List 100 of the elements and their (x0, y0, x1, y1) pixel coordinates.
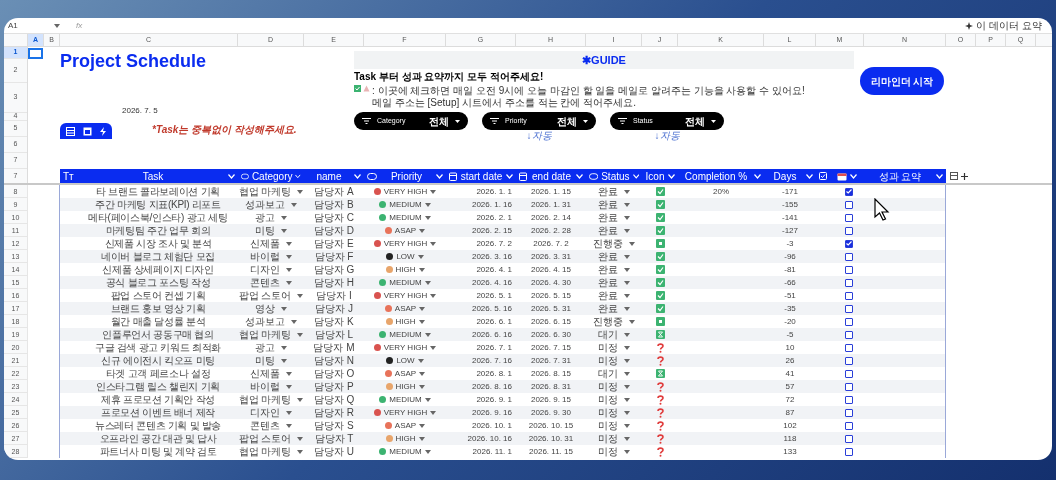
dropdown-caret-icon[interactable] (286, 280, 292, 285)
dropdown-caret-icon[interactable] (297, 189, 304, 194)
dropdown-caret-icon[interactable] (624, 384, 630, 389)
column-title[interactable]: Icon (645, 168, 665, 184)
dropdown-caret-icon[interactable] (629, 319, 635, 324)
checkbox[interactable] (845, 265, 853, 274)
dropdown-caret-icon[interactable] (291, 319, 297, 324)
dropdown-caret-icon[interactable] (281, 215, 287, 220)
dropdown-caret-icon[interactable] (624, 189, 630, 194)
column-title[interactable]: Category (251, 168, 293, 184)
column-title[interactable]: Task (81, 168, 225, 184)
checkbox[interactable] (845, 252, 853, 261)
dropdown-caret-icon[interactable] (281, 345, 287, 350)
checkbox[interactable] (845, 447, 853, 456)
checkbox[interactable] (845, 213, 853, 222)
checkbox[interactable] (845, 304, 853, 313)
dropdown-caret-icon[interactable] (286, 410, 292, 415)
dropdown-caret-icon[interactable] (418, 319, 425, 324)
reminder-button[interactable]: 리마인더 시작 (860, 67, 944, 95)
cell-reference[interactable]: A1 (8, 19, 48, 32)
dropdown-caret-icon[interactable] (281, 228, 287, 233)
checkbox[interactable] (845, 421, 853, 430)
dropdown-caret-icon[interactable] (424, 397, 431, 402)
dropdown-caret-icon[interactable] (430, 293, 437, 298)
dropdown-caret-icon[interactable] (418, 436, 425, 441)
dropdown-caret-icon[interactable] (624, 345, 630, 350)
table-icon[interactable] (83, 126, 92, 136)
dropdown-caret-icon[interactable] (286, 384, 292, 389)
checkbox[interactable] (845, 408, 853, 417)
dropdown-caret-icon[interactable] (286, 254, 292, 259)
dropdown-caret-icon[interactable] (624, 358, 630, 363)
dropdown-caret-icon[interactable] (624, 332, 630, 337)
dropdown-caret-icon[interactable] (430, 410, 437, 415)
dropdown-caret-icon[interactable] (624, 306, 630, 311)
checkbox[interactable] (845, 317, 853, 326)
dropdown-caret-icon[interactable] (624, 228, 630, 233)
checkbox[interactable] (845, 369, 853, 378)
dropdown-caret-icon[interactable] (430, 189, 437, 194)
checkbox[interactable] (845, 200, 853, 209)
dropdown-caret-icon[interactable] (624, 410, 630, 415)
dropdown-caret-icon[interactable] (297, 449, 304, 454)
checkbox[interactable] (845, 187, 853, 196)
column-title[interactable]: Tт (63, 168, 74, 184)
dropdown-caret-icon[interactable] (418, 267, 425, 272)
dropdown-caret-icon[interactable] (297, 436, 304, 441)
dropdown-caret-icon[interactable] (417, 254, 424, 259)
selected-cell[interactable] (28, 48, 43, 59)
checkbox[interactable] (845, 239, 853, 248)
dropdown-caret-icon[interactable] (417, 358, 424, 363)
summarize-button[interactable]: 이 데이터 요약 (965, 18, 1048, 33)
dropdown-caret-icon[interactable] (286, 267, 292, 272)
dropdown-caret-icon[interactable] (54, 23, 60, 28)
checkbox[interactable] (845, 226, 853, 235)
column-title[interactable]: name (307, 168, 351, 184)
column-title[interactable]: Days (767, 168, 803, 184)
table-icon[interactable] (950, 172, 958, 180)
dropdown-caret-icon[interactable] (297, 293, 304, 298)
checkbox[interactable] (845, 434, 853, 443)
dropdown-caret-icon[interactable] (624, 280, 630, 285)
dropdown-caret-icon[interactable] (624, 215, 630, 220)
dropdown-caret-icon[interactable] (286, 241, 292, 246)
dropdown-caret-icon[interactable] (624, 397, 630, 402)
dropdown-caret-icon[interactable] (624, 449, 630, 454)
dropdown-caret-icon[interactable] (629, 241, 635, 246)
dropdown-caret-icon[interactable] (624, 423, 630, 428)
column-title[interactable]: end date (530, 168, 573, 184)
checkbox[interactable] (845, 343, 853, 352)
dropdown-caret-icon[interactable] (419, 306, 426, 311)
dropdown-caret-icon[interactable] (624, 254, 630, 259)
dropdown-caret-icon[interactable] (419, 371, 426, 376)
dropdown-caret-icon[interactable] (624, 267, 630, 272)
dropdown-caret-icon[interactable] (297, 397, 304, 402)
dropdown-caret-icon[interactable] (291, 202, 297, 207)
dropdown-caret-icon[interactable] (430, 241, 437, 246)
dropdown-caret-icon[interactable] (281, 358, 287, 363)
lightning-icon[interactable] (100, 126, 106, 136)
dropdown-caret-icon[interactable] (624, 293, 630, 298)
plus-icon[interactable] (961, 172, 968, 180)
checkbox[interactable] (845, 395, 853, 404)
column-title[interactable]: Priority (380, 168, 433, 184)
column-title[interactable]: 성과 요약 (867, 168, 933, 184)
dropdown-caret-icon[interactable] (624, 371, 630, 376)
dropdown-caret-icon[interactable] (419, 423, 426, 428)
checkbox[interactable] (845, 278, 853, 287)
checkbox[interactable] (845, 330, 853, 339)
dropdown-caret-icon[interactable] (419, 228, 426, 233)
dropdown-caret-icon[interactable] (430, 345, 437, 350)
column-title[interactable]: start date (460, 168, 503, 184)
dropdown-caret-icon[interactable] (424, 202, 431, 207)
column-title[interactable]: Completion % (681, 168, 751, 184)
checkbox[interactable] (845, 291, 853, 300)
checkbox[interactable] (845, 382, 853, 391)
dropdown-caret-icon[interactable] (424, 449, 431, 454)
dropdown-caret-icon[interactable] (297, 332, 304, 337)
dropdown-caret-icon[interactable] (424, 332, 431, 337)
column-title[interactable]: Status (601, 168, 630, 184)
dropdown-caret-icon[interactable] (286, 371, 292, 376)
dropdown-caret-icon[interactable] (624, 436, 630, 441)
dropdown-caret-icon[interactable] (424, 280, 431, 285)
dropdown-caret-icon[interactable] (281, 306, 287, 311)
